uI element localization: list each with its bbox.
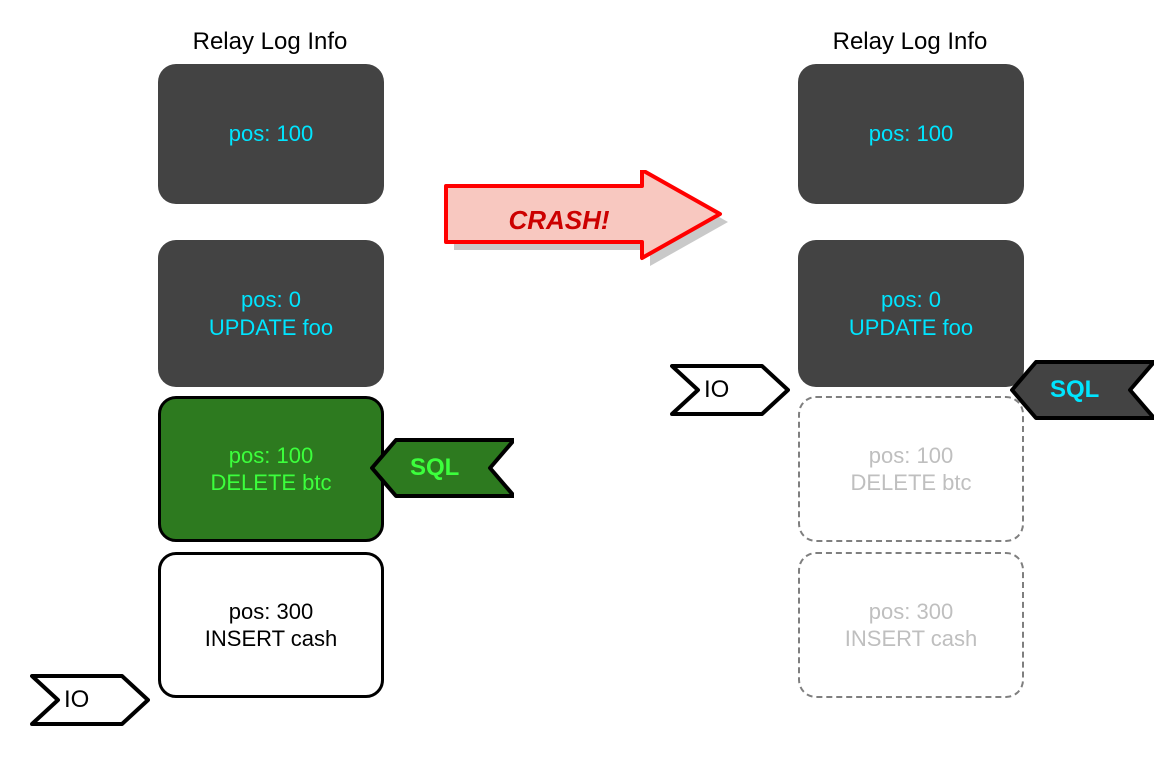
left-block-0: pos: 100 [158, 64, 384, 204]
right-block-2-line1: pos: 100 [869, 442, 953, 470]
right-title: Relay Log Info [790, 28, 1030, 56]
right-io-label: IO [704, 376, 729, 404]
right-block-0-line1: pos: 100 [869, 120, 953, 148]
crash-arrow: CRASH! [440, 170, 730, 270]
right-block-3-line1: pos: 300 [869, 598, 953, 626]
io-pointer-icon [30, 672, 150, 728]
right-io-pointer: IO [670, 362, 790, 418]
diagram-stage: Relay Log Info pos: 100 pos: 0 UPDATE fo… [0, 0, 1172, 782]
right-block-2-line2: DELETE btc [850, 469, 971, 497]
io-pointer-icon [670, 362, 790, 418]
left-sql-pointer: SQL [370, 436, 514, 500]
left-block-3-line2: INSERT cash [205, 625, 337, 653]
left-block-1-line2: UPDATE foo [209, 314, 333, 342]
left-block-2-line2: DELETE btc [210, 469, 331, 497]
right-block-3-line2: INSERT cash [845, 625, 977, 653]
right-sql-pointer: SQL [1010, 358, 1154, 422]
right-block-1-line2: UPDATE foo [849, 314, 973, 342]
right-block-1-line1: pos: 0 [881, 286, 941, 314]
right-block-0: pos: 100 [798, 64, 1024, 204]
left-io-label: IO [64, 686, 89, 714]
left-title: Relay Log Info [150, 28, 390, 56]
left-block-3-line1: pos: 300 [229, 598, 313, 626]
right-block-3: pos: 300 INSERT cash [798, 552, 1024, 698]
right-block-2: pos: 100 DELETE btc [798, 396, 1024, 542]
left-sql-label: SQL [410, 454, 459, 482]
left-block-1-line1: pos: 0 [241, 286, 301, 314]
right-block-1: pos: 0 UPDATE foo [798, 240, 1024, 387]
left-block-1: pos: 0 UPDATE foo [158, 240, 384, 387]
left-block-3: pos: 300 INSERT cash [158, 552, 384, 698]
left-block-2-line1: pos: 100 [229, 442, 313, 470]
left-block-2: pos: 100 DELETE btc [158, 396, 384, 542]
left-io-pointer: IO [30, 672, 150, 728]
crash-label: CRASH! [440, 170, 678, 270]
right-sql-label: SQL [1050, 376, 1099, 404]
left-block-0-line1: pos: 100 [229, 120, 313, 148]
